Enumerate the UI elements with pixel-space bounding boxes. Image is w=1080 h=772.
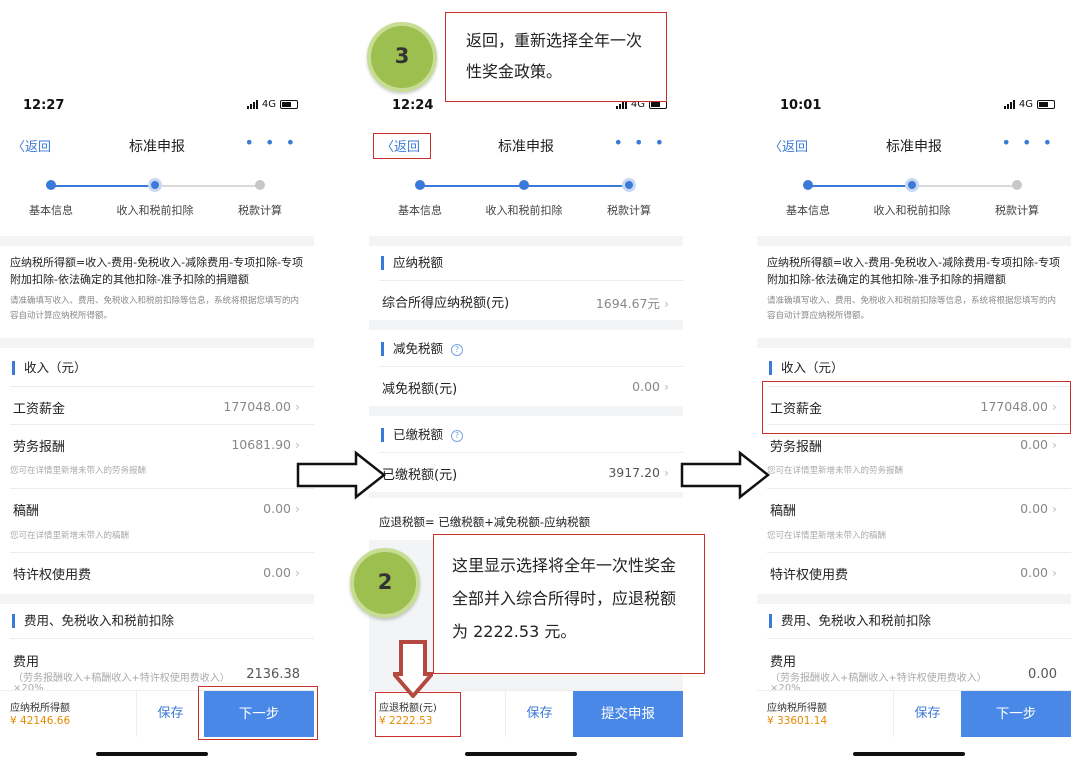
step-income: 收入和税前扣除: [479, 174, 569, 218]
row-labor-pay[interactable]: 劳务报酬 10681.90: [0, 428, 314, 462]
paid-tax-section: 已缴税额?: [381, 428, 464, 442]
row-payable-tax[interactable]: 综合所得应纳税额(元) 1694.67元: [369, 284, 683, 318]
step-tax-calc: 税款计算: [584, 174, 674, 218]
section-separator: [369, 492, 683, 498]
section-separator: [0, 338, 314, 348]
expense-value[interactable]: 0.00: [1028, 667, 1057, 682]
row-royalty[interactable]: 稿酬 0.00: [0, 492, 314, 526]
income-section-title: 收入（元）: [769, 361, 844, 375]
row-deduction-tax[interactable]: 减免税额(元) 0.00: [369, 370, 683, 404]
formula-hint: 应纳税所得额=收入-费用-免税收入-减除费用-专项扣除-专项附加扣除-依法确定的…: [10, 256, 304, 286]
step-income: 收入和税前扣除: [110, 174, 200, 218]
callout-return-instruction: 返回，重新选择全年一次性奖金政策。: [445, 12, 667, 102]
right-arrow-icon: [680, 450, 770, 500]
refund-formula: 应退税额= 已缴税额+减免税额-应纳税额: [379, 515, 591, 529]
status-time: 10:01: [780, 98, 822, 113]
progress-steps: 基本信息 收入和税前扣除 税款计算: [369, 174, 683, 234]
row-salary[interactable]: 工资薪金 177048.00: [0, 390, 314, 424]
step-basic-info: 基本信息: [6, 174, 96, 218]
more-icon[interactable]: • • •: [614, 133, 667, 152]
signal-icon: [1003, 100, 1015, 109]
more-icon[interactable]: • • •: [1002, 133, 1055, 152]
callout-refund-explanation: 这里显示选择将全年一次性奖金全部并入综合所得时，应退税额为 2222.53 元。: [433, 534, 705, 674]
progress-steps: 基本信息 收入和税前扣除 税款计算: [757, 174, 1071, 234]
payable-tax-section: 应纳税额: [381, 256, 443, 270]
expense-cut-text: ×20%: [13, 683, 44, 690]
formula-hint: 应纳税所得额=收入-费用-免税收入-减除费用-专项扣除-专项附加扣除-依法确定的…: [767, 256, 1061, 286]
step-basic-info: 基本信息: [375, 174, 465, 218]
expense-formula: （劳务报酬收入+稿酬收入+特许权使用费收入）: [13, 673, 230, 684]
royalty-note: 您可在详情里新增未带入的稿酬: [10, 531, 130, 541]
income-section-title: 收入（元）: [12, 361, 87, 375]
expense-formula: （劳务报酬收入+稿酬收入+特许权使用费收入）: [770, 673, 987, 684]
status-time: 12:27: [23, 98, 65, 113]
formula-hint-sub: 请准确填写收入、费用、免税收入和税前扣除等信息，系统将根据您填写的内容自动计算应…: [767, 296, 1057, 321]
network-type: 4G: [1018, 99, 1033, 110]
highlight-salary-row: [762, 381, 1071, 434]
taxable-income-label: 应纳税所得额: [10, 703, 70, 714]
nav-bar: 〈返回 标准申报 • • •: [757, 130, 1071, 160]
step-tax-calc: 税款计算: [215, 174, 305, 218]
expense-section-title: 费用、免税收入和税前扣除: [769, 614, 931, 628]
labor-note: 您可在详情里新增未带入的劳务报酬: [10, 466, 147, 476]
help-icon[interactable]: ?: [451, 429, 464, 442]
signal-icon: [246, 100, 258, 109]
step-tax-calc: 税款计算: [972, 174, 1062, 218]
expense-label: 费用: [13, 655, 40, 670]
save-button[interactable]: 保存: [136, 691, 204, 737]
section-separator: [0, 594, 314, 604]
home-indicator: [96, 752, 208, 756]
help-icon[interactable]: ?: [451, 343, 464, 356]
row-royalty[interactable]: 稿酬 0.00: [757, 492, 1071, 526]
status-bar: 12:27 4G: [0, 96, 314, 118]
down-arrow-icon: [393, 640, 433, 698]
right-arrow-icon: [296, 450, 386, 500]
more-icon[interactable]: • • •: [245, 133, 298, 152]
section-separator: [369, 236, 683, 246]
section-separator: [757, 236, 1071, 246]
taxable-income-value: ¥ 33601.14: [767, 715, 828, 727]
status-time: 12:24: [392, 98, 434, 113]
section-separator: [369, 320, 683, 330]
step-badge-3: 3: [367, 22, 437, 92]
expense-label: 费用: [770, 655, 797, 670]
submit-button[interactable]: 提交申报: [573, 691, 683, 737]
royalty-note: 您可在详情里新增未带入的稿酬: [767, 531, 887, 541]
home-indicator: [853, 752, 965, 756]
bottom-action-bar: 应纳税所得额 ¥ 33601.14 保存 下一步: [757, 690, 1071, 737]
formula-hint-sub: 请准确填写收入、费用、免税收入和税前扣除等信息，系统将根据您填写的内容自动计算应…: [10, 296, 300, 321]
section-separator: [757, 338, 1071, 348]
battery-icon: [1037, 100, 1055, 109]
row-paid-tax[interactable]: 已缴税额(元) 3917.20: [369, 456, 683, 490]
deduction-tax-section: 减免税额?: [381, 342, 464, 356]
step-income: 收入和税前扣除: [867, 174, 957, 218]
battery-icon: [280, 100, 298, 109]
phone-screen-income: 12:27 4G 〈返回 标准申报 • • • 基本信息 收入和税前扣除 税款计…: [0, 0, 314, 772]
nav-bar: 〈返回 标准申报 • • •: [0, 130, 314, 160]
section-separator: [0, 236, 314, 246]
home-indicator: [465, 752, 577, 756]
section-separator: [757, 594, 1071, 604]
status-bar: 10:01 4G: [757, 96, 1071, 118]
row-franchise[interactable]: 特许权使用费 0.00: [0, 556, 314, 590]
highlight-back-button: [373, 133, 431, 159]
labor-note: 您可在详情里新增未带入的劳务报酬: [767, 466, 904, 476]
highlight-next-button: [198, 686, 318, 740]
network-type: 4G: [261, 99, 276, 110]
taxable-income-label: 应纳税所得额: [767, 703, 827, 714]
row-franchise[interactable]: 特许权使用费 0.00: [757, 556, 1071, 590]
step-basic-info: 基本信息: [763, 174, 853, 218]
expense-value[interactable]: 2136.38: [246, 667, 300, 682]
next-button[interactable]: 下一步: [961, 691, 1071, 737]
section-separator: [369, 406, 683, 416]
progress-steps: 基本信息 收入和税前扣除 税款计算: [0, 174, 314, 234]
expense-cut-text: ×20%: [770, 683, 801, 690]
step-badge-2: 2: [350, 548, 420, 618]
expense-section-title: 费用、免税收入和税前扣除: [12, 614, 174, 628]
highlight-refund: [375, 692, 461, 737]
taxable-income-value: ¥ 42146.66: [10, 715, 71, 727]
save-button[interactable]: 保存: [505, 691, 573, 737]
save-button[interactable]: 保存: [893, 691, 961, 737]
